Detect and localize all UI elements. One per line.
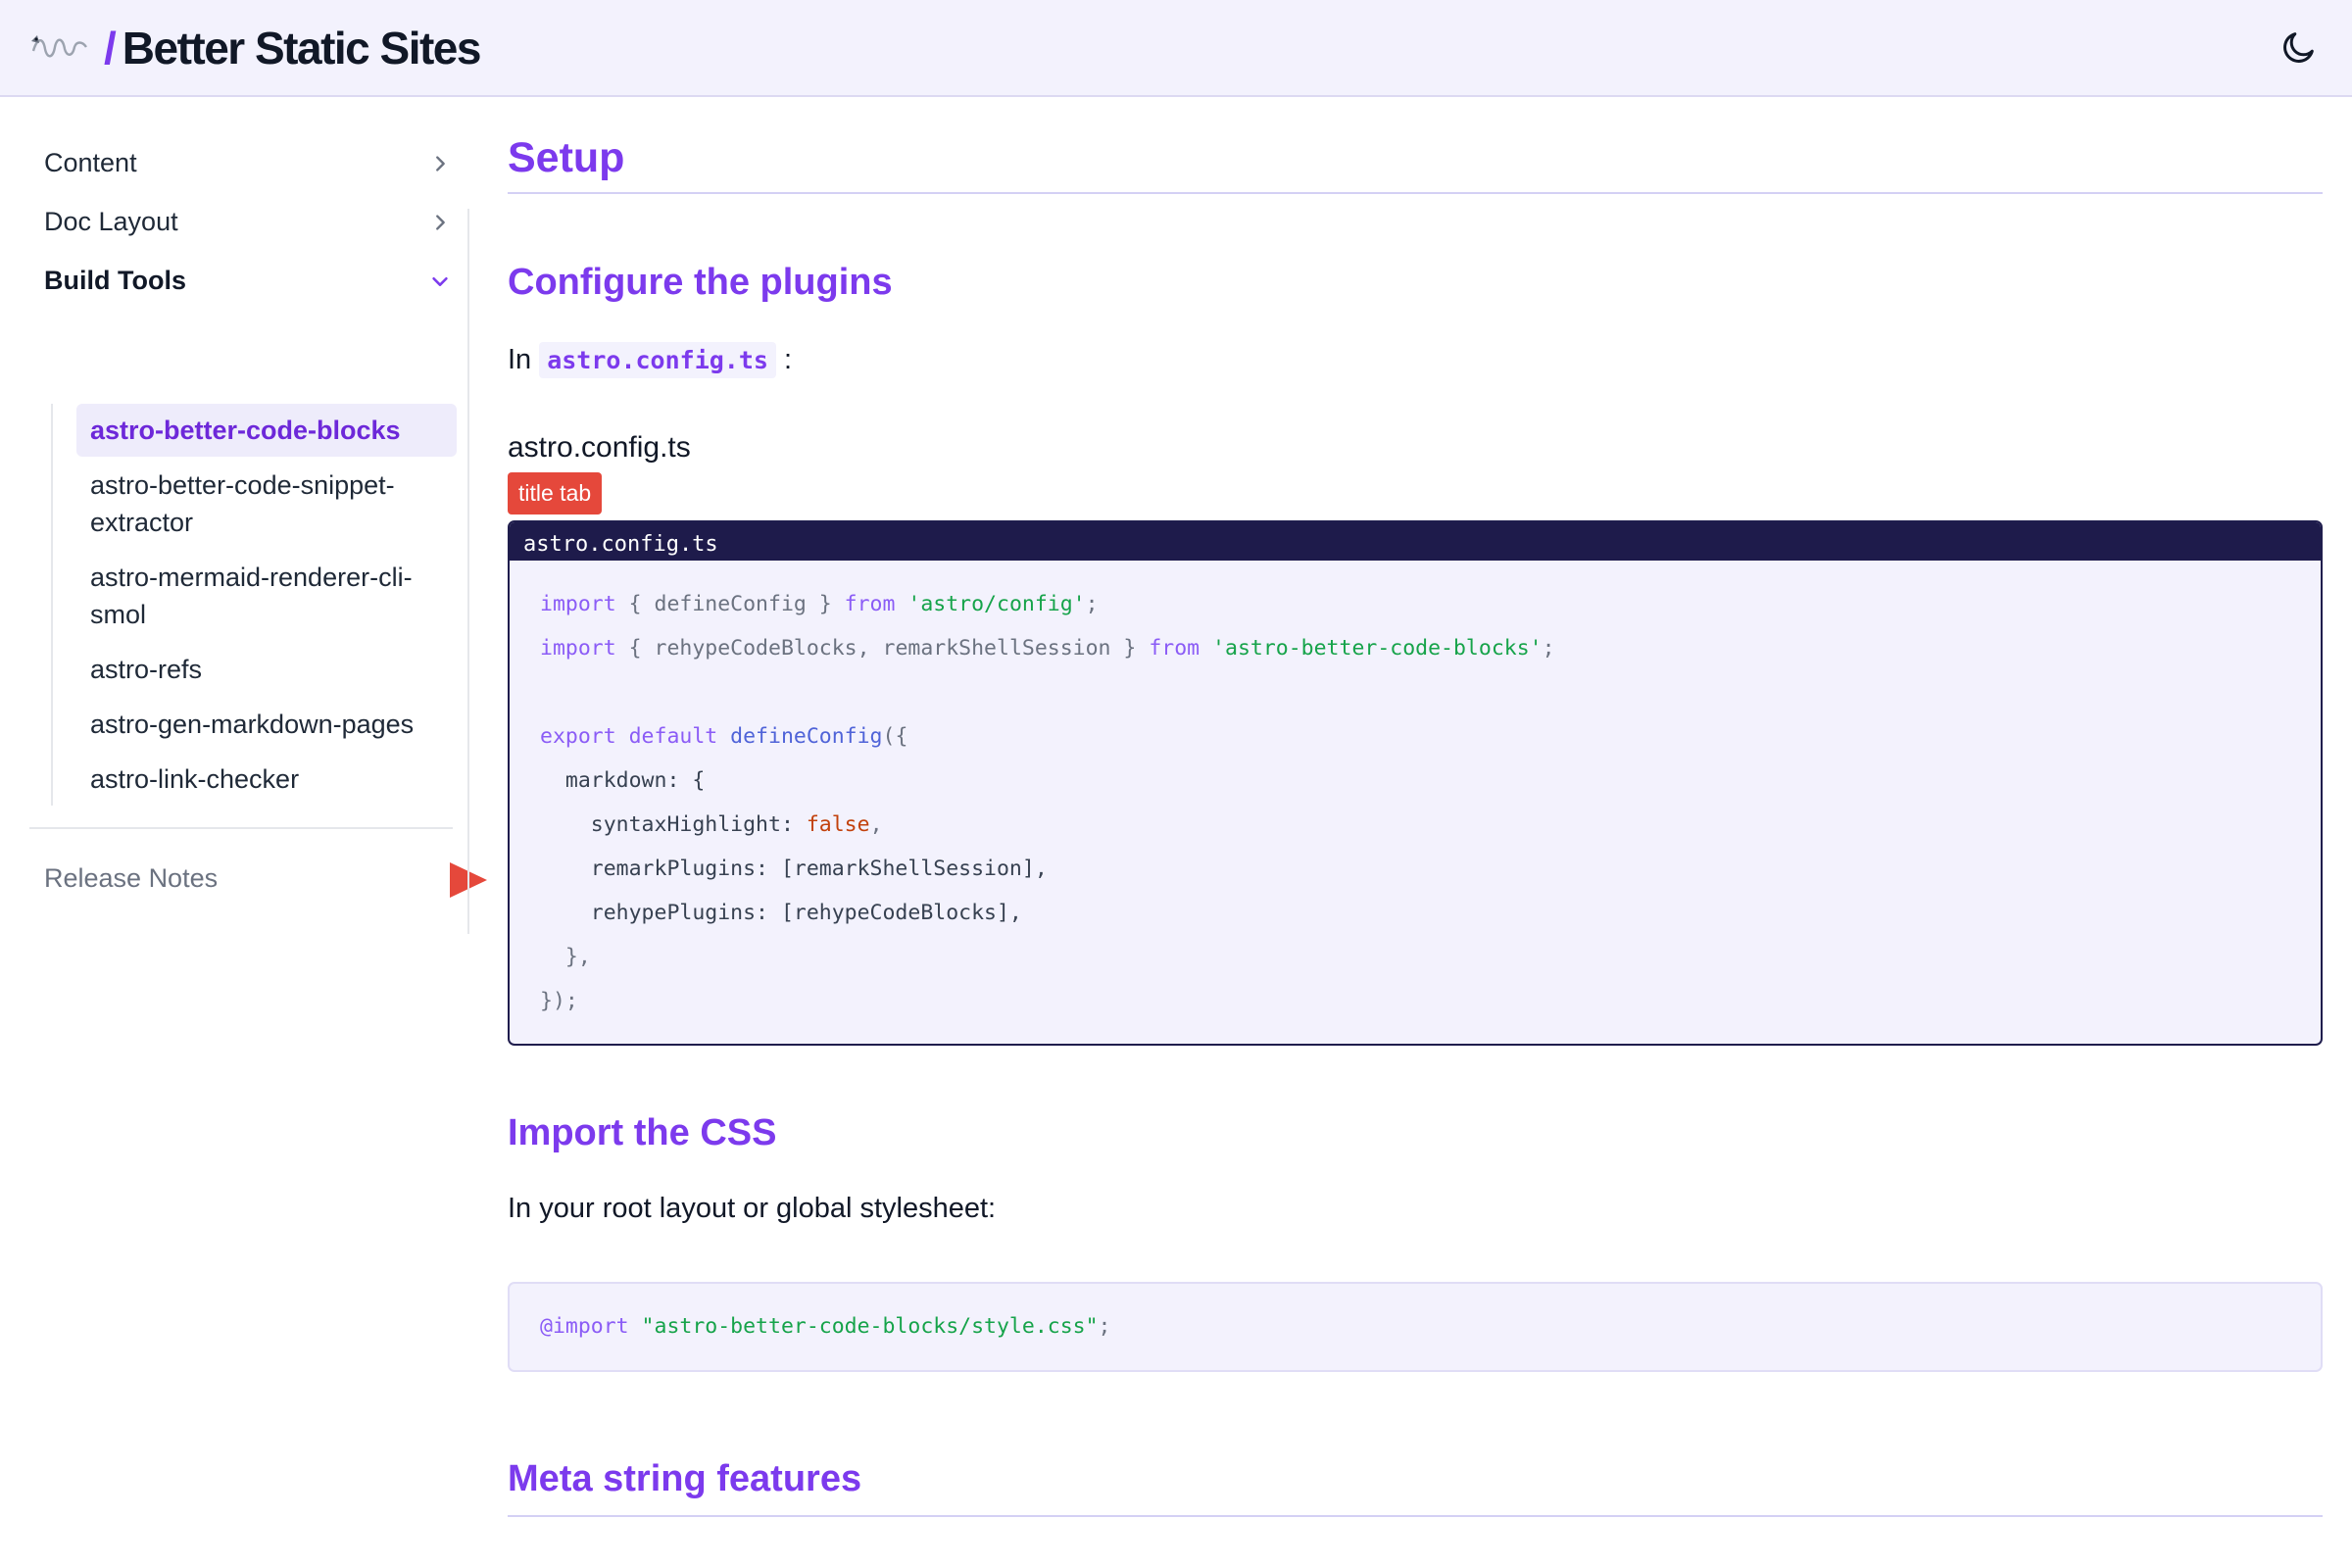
sidebar: Content Doc Layout Build Tools astro-bet… (0, 97, 487, 1568)
sidebar-item-label: astro-better-code-snippet- (90, 470, 395, 500)
sidebar-item-astro-refs[interactable]: astro-refs (76, 651, 457, 688)
code-line: @import "astro-better-code-blocks/style.… (540, 1314, 1111, 1339)
site-title[interactable]: Better Static Sites (122, 22, 482, 74)
code-line: syntaxHighlight: false, (540, 812, 883, 837)
code-line: import { defineConfig } from 'astro/conf… (540, 592, 1099, 616)
chevron-right-icon (436, 214, 445, 230)
sidebar-item-label: smol (90, 600, 147, 629)
code-line: }); (540, 989, 578, 1013)
sidebar-item-label: astro-mermaid-renderer-cli- (90, 563, 413, 592)
section-heading-configure-plugins: Configure the plugins (508, 262, 893, 303)
sidebar-divider (29, 827, 453, 829)
dragon-logo-icon[interactable] (29, 27, 90, 69)
section-heading-meta-string: Meta string features (508, 1458, 862, 1499)
sidebar-group-label: Doc Layout (44, 207, 178, 236)
sidebar-item-astro-mermaid-renderer-cli-smol[interactable]: astro-mermaid-renderer-cli- smol (76, 559, 457, 633)
chevron-down-icon (432, 276, 448, 286)
sidebar-group-doc-layout[interactable]: Doc Layout (44, 207, 451, 237)
import-paragraph: In your root layout or global stylesheet… (508, 1193, 997, 1224)
sidebar-group-label: Content (44, 148, 137, 177)
title-tab-badge: title tab (508, 472, 603, 514)
code-line: }, (540, 945, 591, 969)
code-line: rehypePlugins: [rehypeCodeBlocks], (540, 901, 1022, 925)
code-line: export default defineConfig({ (540, 724, 908, 749)
chevron-right-icon (436, 155, 445, 172)
configure-paragraph: In astro.config.ts : (508, 342, 792, 378)
section-heading-import-css: Import the CSS (508, 1112, 777, 1153)
sidebar-group-label: Build Tools (44, 266, 186, 295)
page-title: Setup (508, 134, 625, 181)
code-block-astro-config[interactable]: astro.config.ts import { defineConfig } … (508, 520, 2323, 1046)
sidebar-item-astro-better-code-blocks[interactable]: astro-better-code-blocks (76, 404, 457, 457)
sidebar-item-astro-gen-markdown-pages[interactable]: astro-gen-markdown-pages (76, 706, 457, 743)
code-title: astro.config.ts (508, 431, 691, 464)
inline-code: astro.config.ts (539, 342, 776, 378)
code-body: import { defineConfig } from 'astro/conf… (510, 561, 2321, 1023)
heading-rule (508, 192, 2323, 194)
heading-rule (508, 1515, 2323, 1517)
sidebar-item-label: astro-better-code-blocks (90, 416, 401, 445)
paragraph-text: : (783, 344, 793, 375)
code-block-import-css[interactable]: @import "astro-better-code-blocks/style.… (508, 1282, 2323, 1372)
sidebar-item-astro-better-code-snippet-extractor[interactable]: astro-better-code-snippet- extractor (76, 466, 457, 541)
moon-icon[interactable] (2279, 27, 2319, 67)
sidebar-item-label: extractor (90, 508, 194, 537)
paragraph-text: In (508, 344, 532, 375)
sidebar-group-content[interactable]: Content (44, 148, 451, 178)
code-tab[interactable]: astro.config.ts (510, 522, 2321, 561)
site-header: / Better Static Sites (0, 0, 2352, 97)
sidebar-item-label: astro-gen-markdown-pages (90, 710, 415, 739)
code-line: markdown: { (540, 768, 706, 793)
sidebar-item-release-notes[interactable]: Release Notes (44, 863, 218, 894)
code-line: import { rehypeCodeBlocks, remarkShellSe… (540, 636, 1555, 661)
red-arrow-marker-icon (450, 862, 487, 898)
sidebar-item-astro-link-checker[interactable]: astro-link-checker (76, 760, 457, 798)
code-line: remarkPlugins: [remarkShellSession], (540, 857, 1048, 881)
sidebar-border (467, 209, 469, 934)
sidebar-item-label: astro-link-checker (90, 764, 300, 794)
title-separator: / (104, 22, 117, 74)
sidebar-group-build-tools[interactable]: Build Tools (44, 266, 451, 296)
build-tools-list: astro-better-code-blocks astro-better-co… (51, 404, 457, 806)
sidebar-item-label: astro-refs (90, 655, 203, 684)
